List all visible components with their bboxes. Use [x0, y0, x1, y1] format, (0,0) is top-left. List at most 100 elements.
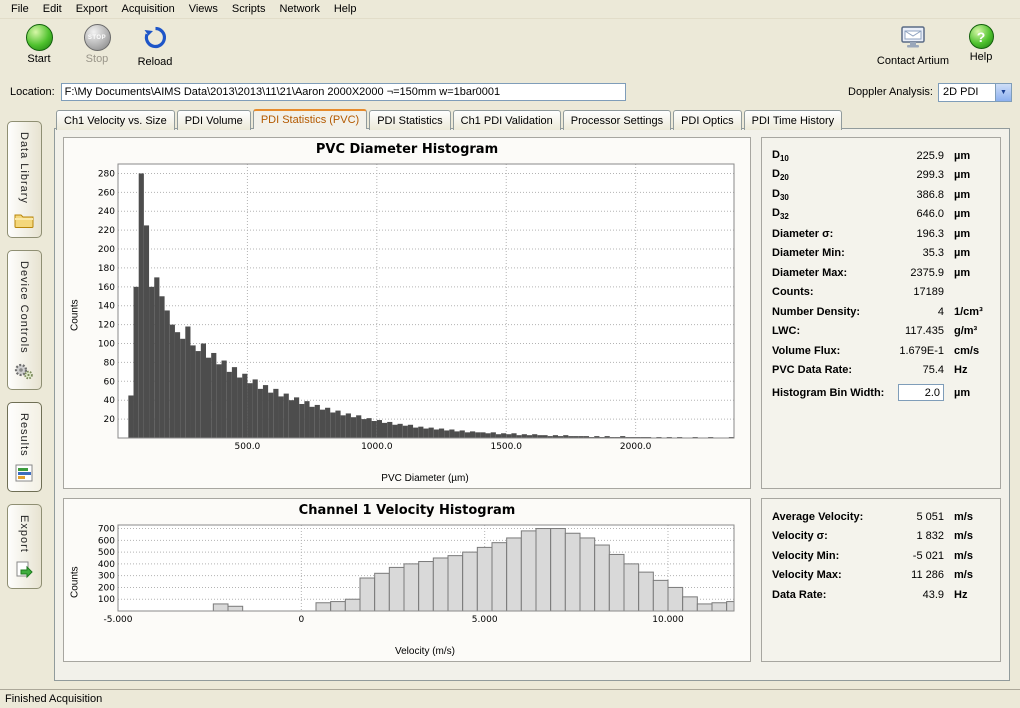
- menu-acquisition[interactable]: Acquisition: [115, 1, 182, 17]
- stat-unit: 1/cm³: [944, 306, 990, 318]
- help-button[interactable]: ? Help: [952, 22, 1010, 67]
- svg-text:280: 280: [98, 169, 115, 179]
- stat-unit: µm: [944, 267, 990, 279]
- stat-value: 35.3: [882, 247, 944, 259]
- stat-unit: µm: [944, 247, 990, 259]
- stat-row-histogram-bin-width: Histogram Bin Width: µm: [766, 383, 996, 403]
- stat-value: 5 051: [882, 511, 944, 523]
- stat-row-diameter-min: Diameter Min: 35.3 µm: [766, 244, 996, 264]
- stat-row-diameter-sigma: Diameter σ: 196.3 µm: [766, 224, 996, 244]
- app-window: File Edit Export Acquisition Views Scrip…: [0, 0, 1020, 708]
- menu-help[interactable]: Help: [327, 1, 364, 17]
- stat-value: 299.3: [882, 169, 944, 181]
- reload-icon: [142, 24, 169, 54]
- stat-label: Diameter Min:: [772, 247, 882, 259]
- doppler-analysis-select[interactable]: 2D PDI ▼: [938, 83, 1012, 102]
- start-button[interactable]: Start: [10, 22, 68, 65]
- stat-value: 1.679E-1: [882, 345, 944, 357]
- doppler-analysis-value: 2D PDI: [939, 86, 995, 98]
- pvc-chart-body: Counts 204060801001201401601802002202402…: [68, 158, 746, 473]
- svg-text:120: 120: [98, 321, 115, 331]
- stat-label: D10: [772, 149, 882, 163]
- stat-label: Average Velocity:: [772, 511, 882, 523]
- menu-views[interactable]: Views: [182, 1, 225, 17]
- stat-row-diameter-max: Diameter Max: 2375.9 µm: [766, 263, 996, 283]
- stat-label: Data Rate:: [772, 589, 882, 601]
- svg-text:700: 700: [98, 525, 115, 535]
- svg-text:600: 600: [98, 536, 115, 546]
- contact-artium-button[interactable]: Contact Artium: [874, 22, 952, 67]
- pvc-diameter-histogram-plot: 2040608010012014016018020022024026028050…: [82, 158, 742, 454]
- tab-pdi-statistics[interactable]: PDI Statistics: [369, 110, 450, 130]
- svg-text:200: 200: [98, 583, 115, 593]
- sidebar: Data Library Device Controls: [0, 105, 48, 689]
- sidebar-label-device-controls: Device Controls: [18, 261, 30, 354]
- stat-label: Counts:: [772, 286, 882, 298]
- sidebar-item-device-controls[interactable]: Device Controls: [7, 250, 42, 390]
- body: Data Library Device Controls: [0, 105, 1020, 689]
- tab-pdi-optics[interactable]: PDI Optics: [673, 110, 742, 130]
- tab-ch1-pdi-validation[interactable]: Ch1 PDI Validation: [453, 110, 561, 130]
- stat-label: PVC Data Rate:: [772, 364, 882, 376]
- svg-text:160: 160: [98, 283, 115, 293]
- stat-row-counts: Counts: 17189: [766, 283, 996, 303]
- velocity-chart-title: Channel 1 Velocity Histogram: [68, 501, 746, 519]
- folder-icon: [14, 212, 34, 231]
- sidebar-item-results[interactable]: Results: [7, 402, 42, 493]
- svg-text:1500.0: 1500.0: [490, 442, 522, 452]
- stat-row-data-rate: Data Rate: 43.9 Hz: [766, 585, 996, 605]
- location-input[interactable]: [61, 83, 626, 101]
- help-glyph: ?: [977, 29, 986, 45]
- sidebar-item-export[interactable]: Export: [7, 504, 42, 589]
- status-bar: Finished Acquisition: [0, 689, 1020, 708]
- reload-label: Reload: [138, 56, 173, 68]
- doppler-analysis-label: Doppler Analysis:: [848, 86, 933, 98]
- sidebar-label-export: Export: [18, 515, 30, 553]
- tab-pdi-volume[interactable]: PDI Volume: [177, 110, 251, 130]
- stat-row-average-velocity: Average Velocity: 5 051 m/s: [766, 507, 996, 527]
- menu-edit[interactable]: Edit: [36, 1, 69, 17]
- menu-export[interactable]: Export: [69, 1, 115, 17]
- location-row: Location: Doppler Analysis: 2D PDI ▼: [0, 79, 1020, 105]
- stat-unit: Hz: [944, 589, 990, 601]
- svg-text:2000.0: 2000.0: [620, 442, 652, 452]
- stat-value: 386.8: [882, 189, 944, 201]
- contact-artium-label: Contact Artium: [877, 55, 949, 67]
- stat-row-d32: D32 646.0 µm: [766, 205, 996, 225]
- stat-value: 117.435: [882, 325, 944, 337]
- svg-text:100: 100: [98, 595, 115, 605]
- menu-file[interactable]: File: [4, 1, 36, 17]
- stat-label: Diameter Max:: [772, 267, 882, 279]
- chevron-down-icon[interactable]: ▼: [995, 84, 1011, 101]
- reload-button[interactable]: Reload: [126, 22, 184, 68]
- pvc-diameter-histogram-panel: PVC Diameter Histogram Counts 2040608010…: [63, 137, 751, 489]
- pvc-chart-xlabel: PVC Diameter (µm): [68, 473, 746, 486]
- tab-pdi-statistics-pvc[interactable]: PDI Statistics (PVC): [253, 109, 367, 129]
- stat-unit: cm/s: [944, 345, 990, 357]
- stat-unit: µm: [944, 228, 990, 240]
- stat-row-volume-flux: Volume Flux: 1.679E-1 cm/s: [766, 341, 996, 361]
- pvc-chart-ylabel: Counts: [68, 158, 82, 473]
- svg-text:500.0: 500.0: [235, 442, 261, 452]
- svg-text:20: 20: [104, 415, 116, 425]
- sidebar-item-data-library[interactable]: Data Library: [7, 121, 42, 238]
- histogram-bin-width-input[interactable]: [898, 384, 944, 401]
- menu-network[interactable]: Network: [272, 1, 326, 17]
- stat-label: Velocity Min:: [772, 550, 882, 562]
- menu-scripts[interactable]: Scripts: [225, 1, 273, 17]
- stat-label: LWC:: [772, 325, 882, 337]
- svg-text:260: 260: [98, 188, 115, 198]
- toolbar: Start STOP Stop Reload: [0, 19, 1020, 79]
- stat-label: D20: [772, 168, 882, 182]
- velocity-stats-panel: Average Velocity: 5 051 m/s Velocity σ: …: [761, 498, 1001, 662]
- tab-pdi-time-history[interactable]: PDI Time History: [744, 110, 843, 130]
- start-icon: [26, 24, 53, 51]
- stat-value: 17189: [882, 286, 944, 298]
- tab-processor-settings[interactable]: Processor Settings: [563, 110, 671, 130]
- stat-value: 196.3: [882, 228, 944, 240]
- stop-button[interactable]: STOP Stop: [68, 22, 126, 65]
- stat-row-lwc: LWC: 117.435 g/m³: [766, 322, 996, 342]
- tab-ch1-velocity-vs-size[interactable]: Ch1 Velocity vs. Size: [56, 110, 175, 130]
- stat-unit: g/m³: [944, 325, 990, 337]
- svg-text:140: 140: [98, 302, 115, 312]
